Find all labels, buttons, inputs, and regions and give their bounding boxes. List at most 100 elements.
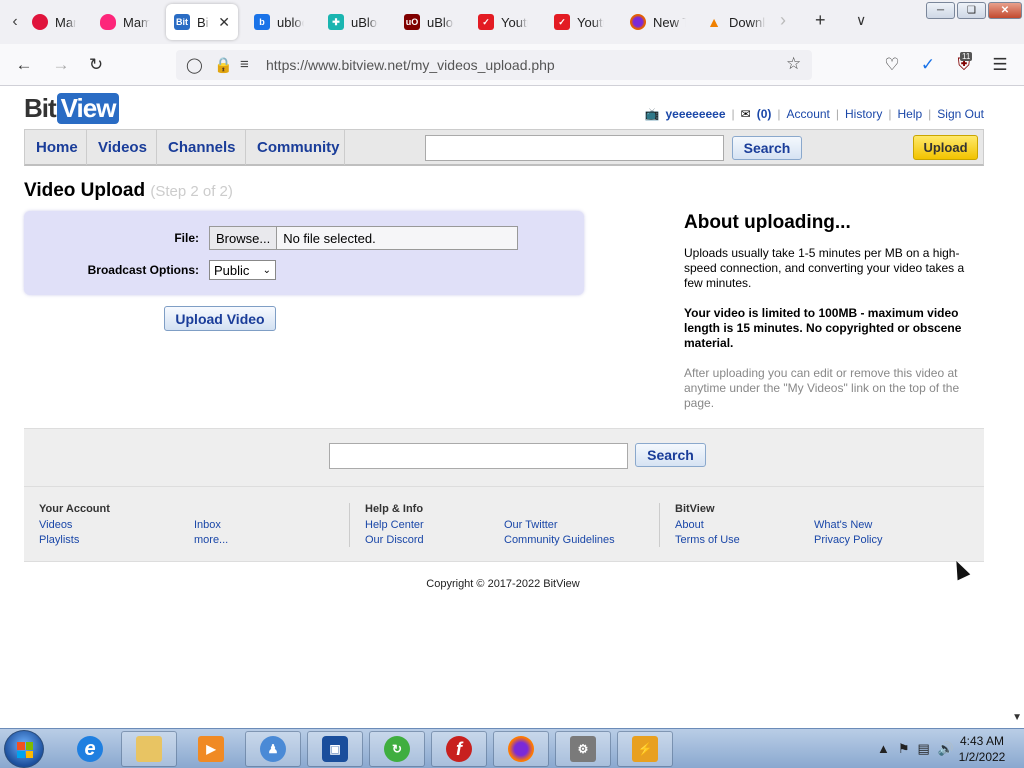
footer-link-videos[interactable]: Videos [39,519,72,531]
disc-burner-icon: ↻ [384,736,410,762]
lock-icon[interactable]: 🔒 [214,56,233,74]
header-search-button[interactable]: Search [732,136,802,160]
ublock-shield-icon: uO [404,14,420,30]
windows-logo-icon [17,742,33,758]
file-input[interactable]: Browse... No file selected. [209,226,518,250]
footer-link-whats-new[interactable]: What's New [814,519,872,531]
footer-link-community-guidelines[interactable]: Community Guidelines [504,534,615,546]
folder-icon [136,736,162,762]
taskbar-ie[interactable]: e [62,731,118,767]
new-tab-plus-icon[interactable]: + [815,10,826,31]
minimize-window-icon[interactable]: ─ [926,2,955,19]
tv-icon: 📺 [644,107,660,121]
close-tab-icon[interactable]: ✕ [218,14,230,31]
close-window-icon[interactable]: ✕ [988,2,1022,19]
youtube-pocket-icon: ✓ [478,14,494,30]
start-button[interactable] [4,730,44,768]
browser-tab[interactable]: Mama [24,4,84,40]
broadcast-options-select[interactable]: Public ⌄ [209,260,276,280]
bing-icon: b [254,14,270,30]
footer-link-terms[interactable]: Terms of Use [675,534,740,546]
taskbar-virtualbox[interactable]: ▣ [307,731,363,767]
browser-tab[interactable]: b ublock [246,4,312,40]
action-center-flag-icon[interactable]: ⚑ [898,741,910,757]
browser-nav-bar: ← → ↻ ◯ 🔒 ≡ https://www.bitview.net/my_v… [0,44,1024,86]
shield-icon[interactable]: ◯ [186,56,203,74]
footer-search-button[interactable]: Search [635,443,706,467]
taskbar-disc-app[interactable]: ↻ [369,731,425,767]
copyright-text: Copyright © 2017-2022 BitView [426,578,580,590]
virtualbox-cube-icon: ▣ [322,736,348,762]
browser-tab[interactable]: ▲ Download [698,4,774,40]
internet-explorer-icon: e [77,736,103,762]
mail-icon: ✉ [740,107,751,121]
browser-tab[interactable]: Mama [92,4,158,40]
forward-arrow-icon[interactable]: → [51,55,71,75]
system-clock[interactable]: 4:43 AM 1/2/2022 [952,733,1012,765]
history-link[interactable]: History [845,107,882,121]
account-link[interactable]: Account [787,107,830,121]
footer-link-discord[interactable]: Our Discord [365,534,424,546]
browser-tab[interactable]: New Tab [622,4,694,40]
username-link[interactable]: yeeeeeeee [665,107,725,121]
footer-link-inbox[interactable]: Inbox [194,519,221,531]
tab-scroll-left-icon[interactable]: ‹ [4,8,26,36]
footer-search-bar: Search [24,428,984,486]
ublock-puzzle-icon: ✚ [328,14,344,30]
footer-link-privacy[interactable]: Privacy Policy [814,534,882,546]
menu-home[interactable]: Home [25,130,87,165]
tray-expand-icon[interactable]: ▲ [877,741,890,757]
reload-icon[interactable]: ↻ [86,55,106,75]
taskbar-media-player[interactable]: ▶ [183,731,239,767]
pocket-icon[interactable]: ♡ [882,55,902,75]
taskbar-explorer[interactable] [121,731,177,767]
taskbar-winamp[interactable]: ⚡ [617,731,673,767]
footer-link-playlists[interactable]: Playlists [39,534,79,546]
taskbar-film-app[interactable]: ⚙ [555,731,611,767]
bitview-logo[interactable]: Bit View [24,92,120,124]
menu-videos[interactable]: Videos [87,130,157,165]
taskbar-network-app[interactable]: ♟ [245,731,301,767]
browse-button[interactable]: Browse... [210,227,278,249]
bookmark-star-icon[interactable]: ☆ [786,54,801,74]
browser-tab[interactable]: ✓ Youtube [546,4,612,40]
upload-video-button[interactable]: Upload Video [164,306,276,331]
address-bar[interactable]: ◯ 🔒 ≡ https://www.bitview.net/my_videos_… [176,50,812,80]
footer-link-about[interactable]: About [675,519,704,531]
youtube-pocket-icon: ✓ [554,14,570,30]
network-icon[interactable]: ▤ [918,741,930,757]
taskbar-flash[interactable]: f [431,731,487,767]
back-arrow-icon[interactable]: ← [14,55,34,75]
tab-scroll-right-icon[interactable]: › [780,10,786,31]
browser-tab[interactable]: ✓ Youtube [470,4,536,40]
about-uploading-panel: About uploading... Uploads usually take … [684,212,976,426]
firefox-icon [630,14,646,30]
footer-heading-account: Your Account [39,503,110,515]
permissions-icon[interactable]: ≡ [240,56,249,73]
header-search-input[interactable] [425,135,724,161]
url-text[interactable]: https://www.bitview.net/my_videos_upload… [266,57,555,73]
help-link[interactable]: Help [897,107,922,121]
browser-tab[interactable]: ✚ uBlock [320,4,386,40]
footer-link-twitter[interactable]: Our Twitter [504,519,558,531]
menu-channels[interactable]: Channels [157,130,246,165]
browser-tab-active[interactable]: Bit BitView ✕ [166,4,238,40]
inbox-count-link[interactable]: (0) [757,107,772,121]
footer-link-more[interactable]: more... [194,534,228,546]
taskbar-firefox[interactable] [493,731,549,767]
maximize-window-icon[interactable]: ❏ [957,2,986,19]
browser-tab[interactable]: uO uBlock [396,4,462,40]
scroll-down-arrow-icon[interactable]: ▼ [1012,712,1022,723]
list-tabs-chevron-icon[interactable]: ∨ [856,12,866,29]
upload-form: File: Browse... No file selected. Broadc… [24,211,584,295]
hamburger-menu-icon[interactable]: ☰ [990,55,1010,75]
footer-heading-bitview: BitView [675,503,715,515]
menu-community[interactable]: Community [246,130,345,165]
header-upload-button[interactable]: Upload [913,135,978,160]
step-indicator: (Step 2 of 2) [150,183,233,200]
about-title: About uploading... [684,212,851,233]
footer-link-help-center[interactable]: Help Center [365,519,424,531]
sign-out-link[interactable]: Sign Out [937,107,984,121]
footer-search-input[interactable] [329,443,628,469]
checkmark-extension-icon[interactable]: ✓ [918,55,938,75]
